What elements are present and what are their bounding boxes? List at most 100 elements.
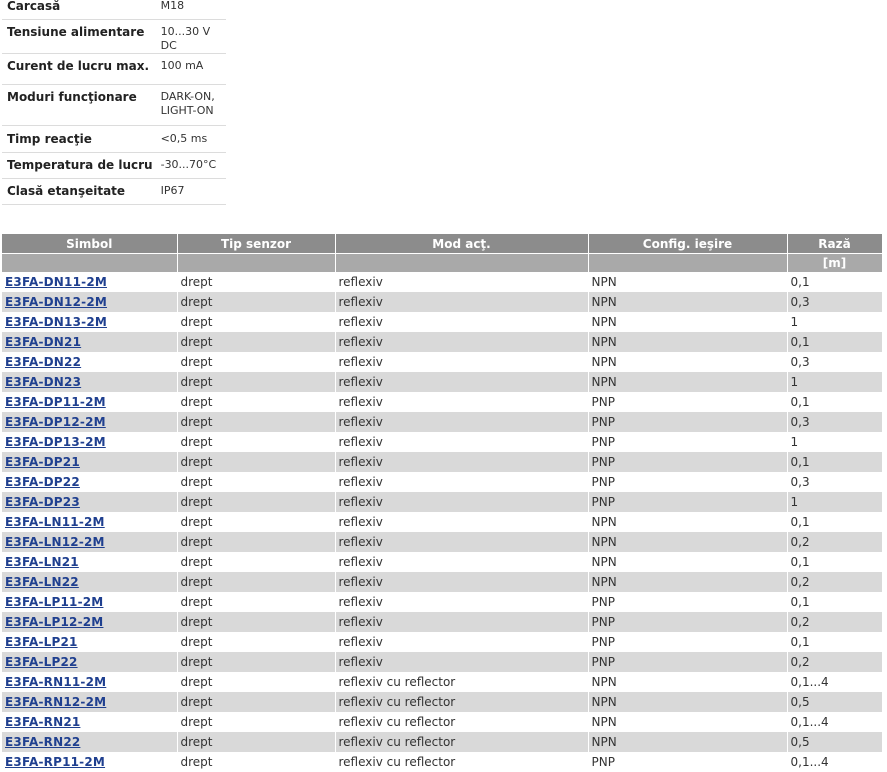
- product-link[interactable]: E3FA-RN11-2M: [5, 675, 106, 689]
- product-link[interactable]: E3FA-LP22: [5, 655, 78, 669]
- product-link[interactable]: E3FA-DP23: [5, 495, 80, 509]
- spec-label: Timp reacţie: [2, 125, 156, 153]
- cell-tip-senzor: drept: [177, 372, 336, 392]
- table-row: E3FA-RN12-2M drept reflexiv cu reflector NP…: [2, 692, 883, 712]
- product-link[interactable]: E3FA-RN21: [5, 715, 80, 729]
- product-link[interactable]: E3FA-DN21: [5, 335, 81, 349]
- spec-label: Clasă etanşeitate: [2, 178, 156, 205]
- cell-tip-senzor: drept: [177, 672, 336, 692]
- cell-mod-act: reflexiv: [335, 632, 589, 652]
- table-row: E3FA-DN12-2M drept reflexiv NPN 0,3: [2, 292, 883, 312]
- product-link[interactable]: E3FA-LP21: [5, 635, 78, 649]
- spec-label: Curent de lucru max.: [2, 53, 156, 85]
- product-link[interactable]: E3FA-LN11-2M: [5, 515, 105, 529]
- cell-raza: 0,3: [787, 412, 883, 432]
- cell-raza: 0,2: [787, 532, 883, 552]
- cell-tip-senzor: drept: [177, 652, 336, 672]
- cell-tip-senzor: drept: [177, 472, 336, 492]
- spec-value: DARK-ON, LIGHT-ON: [155, 84, 226, 126]
- cell-tip-senzor: drept: [177, 732, 336, 752]
- cell-raza: 0,1: [787, 552, 883, 572]
- cell-mod-act: reflexiv: [335, 492, 589, 512]
- cell-mod-act: reflexiv: [335, 332, 589, 352]
- cell-config-iesire: PNP: [588, 492, 788, 512]
- cell-config-iesire: PNP: [588, 612, 788, 632]
- cell-config-iesire: NPN: [588, 692, 788, 712]
- product-link[interactable]: E3FA-LN12-2M: [5, 535, 105, 549]
- spec-label: Moduri funcţionare: [2, 84, 156, 126]
- product-link[interactable]: E3FA-LP12-2M: [5, 615, 103, 629]
- product-link[interactable]: E3FA-DP12-2M: [5, 415, 106, 429]
- column-header-simbol[interactable]: Simbol: [2, 234, 178, 254]
- spec-row: Clasă etanşeitate IP67: [2, 178, 226, 205]
- cell-simbol: E3FA-RN11-2M: [2, 672, 178, 692]
- cell-simbol: E3FA-RN22: [2, 732, 178, 752]
- cell-simbol: E3FA-DN12-2M: [2, 292, 178, 312]
- unit-cell: [2, 253, 178, 272]
- column-header-tip-senzor[interactable]: Tip senzor: [177, 234, 336, 254]
- cell-tip-senzor: drept: [177, 592, 336, 612]
- product-link[interactable]: E3FA-RP11-2M: [5, 755, 105, 769]
- product-link[interactable]: E3FA-DN23: [5, 375, 81, 389]
- table-row: E3FA-DN13-2M drept reflexiv NPN 1: [2, 312, 883, 332]
- cell-simbol: E3FA-LN11-2M: [2, 512, 178, 532]
- cell-mod-act: reflexiv: [335, 392, 589, 412]
- cell-tip-senzor: drept: [177, 572, 336, 592]
- cell-mod-act: reflexiv: [335, 412, 589, 432]
- product-link[interactable]: E3FA-DP21: [5, 455, 80, 469]
- cell-mod-act: reflexiv cu reflector: [335, 672, 589, 692]
- cell-simbol: E3FA-DP23: [2, 492, 178, 512]
- cell-config-iesire: PNP: [588, 472, 788, 492]
- products-table: Simbol Tip senzor Mod acţ. Config. ieşir…: [2, 234, 883, 772]
- cell-mod-act: reflexiv: [335, 312, 589, 332]
- product-link[interactable]: E3FA-RN12-2M: [5, 695, 106, 709]
- product-link[interactable]: E3FA-RN22: [5, 735, 80, 749]
- cell-raza: 0,1: [787, 332, 883, 352]
- product-link[interactable]: E3FA-DN13-2M: [5, 315, 107, 329]
- cell-config-iesire: NPN: [588, 552, 788, 572]
- cell-tip-senzor: drept: [177, 352, 336, 372]
- cell-raza: 0,1: [787, 592, 883, 612]
- table-row: E3FA-RN11-2M drept reflexiv cu reflector NP…: [2, 672, 883, 692]
- spec-row: Carcasă M18: [2, 0, 226, 20]
- cell-tip-senzor: drept: [177, 312, 336, 332]
- product-link[interactable]: E3FA-DN22: [5, 355, 81, 369]
- unit-cell: [588, 253, 788, 272]
- column-header-config-iesire[interactable]: Config. ieşire: [588, 234, 788, 254]
- product-link[interactable]: E3FA-DN11-2M: [5, 275, 107, 289]
- table-row: E3FA-LN22 drept reflexiv NPN 0,2: [2, 572, 883, 592]
- product-link[interactable]: E3FA-LN21: [5, 555, 79, 569]
- column-header-raza[interactable]: Rază: [787, 234, 883, 254]
- spec-label: Tensiune alimentare: [2, 19, 156, 54]
- cell-tip-senzor: drept: [177, 512, 336, 532]
- table-row: E3FA-RN22 drept reflexiv cu reflector NPN 0,…: [2, 732, 883, 752]
- spec-table: Carcasă M18 Tensiune alimentare 10...30 …: [2, 0, 226, 205]
- cell-config-iesire: PNP: [588, 652, 788, 672]
- cell-config-iesire: NPN: [588, 352, 788, 372]
- cell-mod-act: reflexiv: [335, 652, 589, 672]
- cell-raza: 0,1...4: [787, 752, 883, 772]
- cell-config-iesire: PNP: [588, 432, 788, 452]
- cell-simbol: E3FA-LP21: [2, 632, 178, 652]
- cell-simbol: E3FA-LN22: [2, 572, 178, 592]
- column-header-mod-act[interactable]: Mod acţ.: [335, 234, 589, 254]
- cell-simbol: E3FA-RN12-2M: [2, 692, 178, 712]
- cell-config-iesire: PNP: [588, 752, 788, 772]
- product-link[interactable]: E3FA-DP11-2M: [5, 395, 106, 409]
- spec-label: Carcasă: [2, 0, 156, 20]
- product-link[interactable]: E3FA-DP13-2M: [5, 435, 106, 449]
- product-link[interactable]: E3FA-LN22: [5, 575, 79, 589]
- table-row: E3FA-DP12-2M drept reflexiv PNP 0,3: [2, 412, 883, 432]
- cell-tip-senzor: drept: [177, 692, 336, 712]
- cell-raza: 1: [787, 432, 883, 452]
- units-row: [m]: [2, 253, 883, 272]
- cell-config-iesire: PNP: [588, 412, 788, 432]
- cell-simbol: E3FA-DN22: [2, 352, 178, 372]
- cell-config-iesire: NPN: [588, 312, 788, 332]
- cell-mod-act: reflexiv: [335, 592, 589, 612]
- product-link[interactable]: E3FA-LP11-2M: [5, 595, 103, 609]
- cell-simbol: E3FA-LP12-2M: [2, 612, 178, 632]
- product-link[interactable]: E3FA-DP22: [5, 475, 80, 489]
- cell-config-iesire: NPN: [588, 712, 788, 732]
- product-link[interactable]: E3FA-DN12-2M: [5, 295, 107, 309]
